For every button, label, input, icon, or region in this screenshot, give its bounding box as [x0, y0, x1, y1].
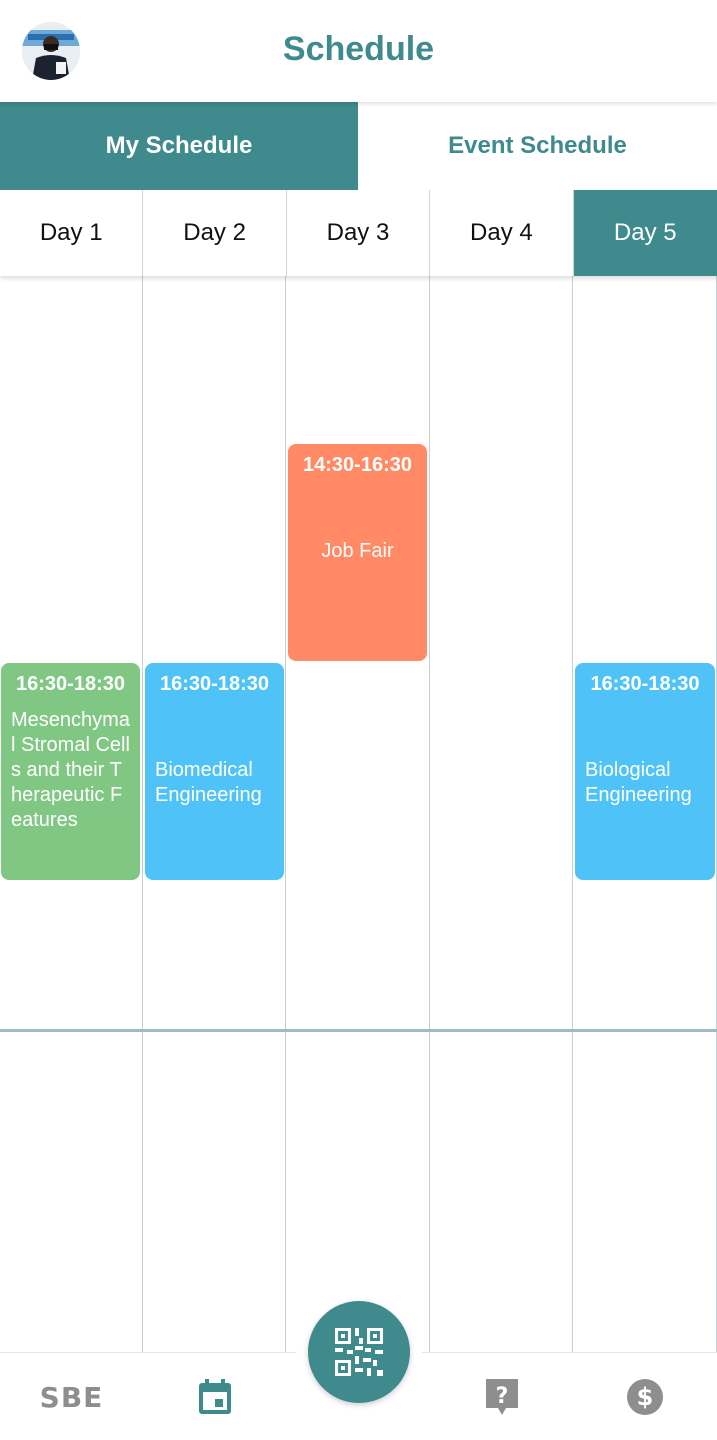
tab-my-schedule[interactable]: My Schedule: [0, 102, 358, 190]
svg-text:$: $: [636, 1383, 653, 1411]
event-time: 14:30-16:30: [303, 454, 412, 476]
hour-divider: [0, 1029, 717, 1032]
qr-scan-button[interactable]: [308, 1301, 410, 1403]
day-tab-1[interactable]: Day 1: [0, 190, 144, 276]
day-tab-3[interactable]: Day 3: [287, 190, 431, 276]
event-title: Biomedical Engineering: [155, 759, 262, 806]
schedule-tabs: My Schedule Event Schedule: [0, 102, 717, 190]
event-card[interactable]: 14:30-16:30 Job Fair: [288, 444, 427, 661]
event-title: Biological Engineering: [585, 759, 692, 806]
svg-text:?: ?: [495, 1384, 508, 1409]
dollar-icon: $: [626, 1379, 663, 1415]
column-divider: [285, 276, 286, 1352]
event-card[interactable]: 16:30-18:30 Biomedical Engineering: [145, 663, 284, 880]
tab-event-schedule[interactable]: Event Schedule: [358, 102, 717, 190]
app-header: Schedule: [0, 0, 717, 102]
day-tab-4[interactable]: Day 4: [430, 190, 574, 276]
event-card[interactable]: 16:30-18:30 Biological Engineering: [575, 663, 715, 880]
event-time: 16:30-18:30: [590, 673, 700, 695]
help-icon: ?: [485, 1379, 518, 1415]
event-time: 16:30-18:30: [16, 673, 125, 695]
column-divider: [572, 276, 573, 1352]
event-card[interactable]: 16:30-18:30 Mesenchymal Stromal Cells an…: [1, 663, 140, 880]
event-title: Job Fair: [321, 540, 394, 562]
event-title: Mesenchymal Stromal Cells and their Ther…: [11, 709, 130, 831]
page-title: Schedule: [282, 30, 435, 68]
day-tab-2[interactable]: Day 2: [143, 190, 287, 276]
nav-payment[interactable]: $: [573, 1353, 716, 1440]
schedule-grid[interactable]: 16:30-18:30 Mesenchymal Stromal Cells an…: [0, 276, 717, 1352]
calendar-icon: [198, 1379, 231, 1414]
nav-home[interactable]: SBE: [0, 1353, 143, 1440]
day-selector: Day 1 Day 2 Day 3 Day 4 Day 5: [0, 190, 717, 276]
column-divider: [142, 276, 143, 1352]
day-tab-5[interactable]: Day 5: [573, 190, 717, 276]
sbe-logo-icon: SBE: [39, 1380, 104, 1414]
column-divider: [429, 276, 430, 1352]
nav-help[interactable]: ?: [430, 1353, 573, 1440]
qr-code-icon: [335, 1328, 383, 1376]
nav-schedule[interactable]: [143, 1353, 286, 1440]
event-time: 16:30-18:30: [160, 673, 269, 695]
